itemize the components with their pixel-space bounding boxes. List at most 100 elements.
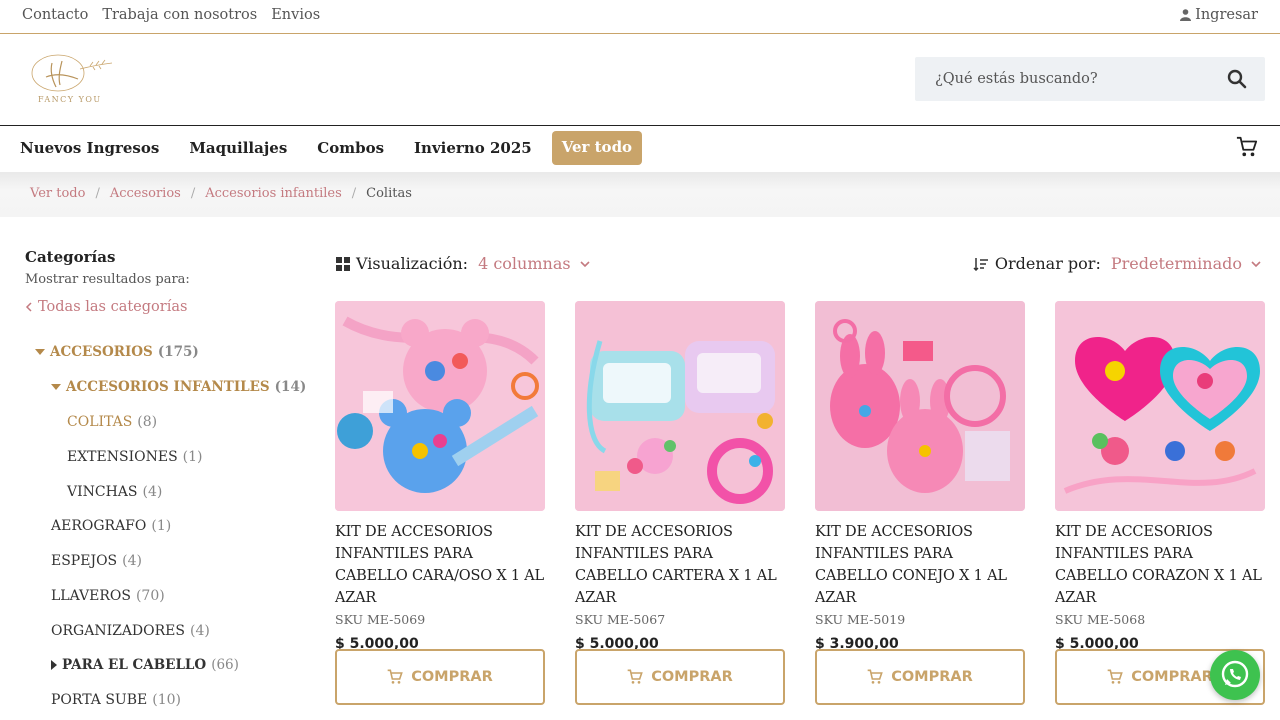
breadcrumb-separator: / bbox=[190, 186, 196, 201]
sidebar-subtitle: Mostrar resultados para: bbox=[25, 272, 190, 287]
top-links: Contacto Trabaja con nosotros Envios bbox=[22, 7, 320, 23]
shipping-link[interactable]: Envios bbox=[271, 7, 320, 23]
breadcrumb-kids-accessories[interactable]: Accesorios infantiles bbox=[205, 186, 342, 201]
category-accesorios[interactable]: ACCESORIOS (175) bbox=[35, 344, 199, 360]
login-label: Ingresar bbox=[1195, 7, 1258, 23]
all-categories-label: Todas las categorías bbox=[38, 299, 188, 315]
top-bar: Contacto Trabaja con nosotros Envios Ing… bbox=[0, 0, 1280, 34]
product-image[interactable] bbox=[1055, 301, 1265, 511]
cart-add-icon bbox=[867, 669, 883, 684]
product-sku: SKU ME-5019 bbox=[815, 612, 906, 627]
category-para-el-cabello[interactable]: PARA EL CABELLO (66) bbox=[51, 657, 239, 673]
nav-new-arrivals[interactable]: Nuevos Ingresos bbox=[20, 131, 159, 165]
category-aerografo[interactable]: AEROGRAFO (1) bbox=[51, 518, 171, 534]
category-label: ACCESORIOS bbox=[50, 344, 153, 360]
contact-link[interactable]: Contacto bbox=[22, 7, 88, 23]
main-nav: Nuevos Ingresos Maquillajes Combos Invie… bbox=[0, 126, 1280, 172]
buy-button[interactable]: COMPRAR bbox=[815, 649, 1025, 705]
view-label: Visualización: bbox=[356, 254, 469, 273]
product-name[interactable]: KIT DE ACCESORIOS INFANTILES PARA CABELL… bbox=[335, 521, 545, 609]
category-label: AEROGRAFO bbox=[51, 518, 147, 534]
nav-makeup[interactable]: Maquillajes bbox=[189, 131, 287, 165]
category-count: (14) bbox=[274, 379, 307, 395]
category-count: (10) bbox=[152, 692, 181, 708]
category-label: LLAVEROS bbox=[51, 588, 131, 604]
category-label: ORGANIZADORES bbox=[51, 623, 185, 639]
cart-icon[interactable] bbox=[1236, 136, 1258, 158]
category-label: COLITAS bbox=[67, 414, 133, 430]
nav-view-all-button[interactable]: Ver todo bbox=[551, 131, 643, 165]
product-card[interactable]: KIT DE ACCESORIOS INFANTILES PARA CABELL… bbox=[335, 301, 545, 705]
breadcrumb: Ver todo / Accesorios / Accesorios infan… bbox=[30, 186, 412, 201]
cart-add-icon bbox=[387, 669, 403, 684]
store-logo[interactable]: FANCY YOU bbox=[16, 53, 118, 109]
buy-label: COMPRAR bbox=[1131, 669, 1213, 685]
all-categories-link[interactable]: Todas las categorías bbox=[25, 299, 305, 315]
breadcrumb-bar: Ver todo / Accesorios / Accesorios infan… bbox=[0, 172, 1280, 217]
view-selector[interactable]: Visualización: 4 columnas bbox=[336, 254, 591, 273]
breadcrumb-accessories[interactable]: Accesorios bbox=[110, 186, 181, 201]
search-bar bbox=[915, 57, 1265, 101]
product-sku: SKU ME-5068 bbox=[1055, 612, 1146, 627]
breadcrumb-separator: / bbox=[351, 186, 357, 201]
category-count: (1) bbox=[182, 449, 203, 465]
breadcrumb-view-all[interactable]: Ver todo bbox=[30, 186, 85, 201]
grid-icon bbox=[336, 256, 350, 271]
login-link[interactable]: Ingresar bbox=[1180, 7, 1258, 23]
category-vinchas[interactable]: VINCHAS (4) bbox=[67, 484, 162, 500]
product-image[interactable] bbox=[815, 301, 1025, 511]
category-count: (4) bbox=[122, 553, 142, 569]
buy-label: COMPRAR bbox=[411, 669, 493, 685]
sort-selector[interactable]: Ordenar por: Predeterminado bbox=[973, 254, 1262, 273]
sort-icon bbox=[973, 257, 988, 271]
category-accesorios-infantiles[interactable]: ACCESORIOS INFANTILES (14) bbox=[51, 379, 306, 395]
product-image[interactable] bbox=[575, 301, 785, 511]
header: FANCY YOU bbox=[0, 35, 1280, 126]
category-espejos[interactable]: ESPEJOS (4) bbox=[51, 553, 142, 569]
category-count: (1) bbox=[151, 518, 172, 534]
nav-winter-2025[interactable]: Invierno 2025 bbox=[414, 131, 532, 165]
caret-down-icon bbox=[51, 384, 61, 390]
breadcrumb-separator: / bbox=[95, 186, 100, 201]
sort-label: Ordenar por: bbox=[994, 254, 1101, 273]
product-name[interactable]: KIT DE ACCESORIOS INFANTILES PARA CABELL… bbox=[1055, 521, 1265, 609]
category-count: (70) bbox=[135, 588, 165, 604]
product-sku: SKU ME-5069 bbox=[335, 612, 426, 627]
nav-combos[interactable]: Combos bbox=[317, 131, 384, 165]
product-image[interactable] bbox=[335, 301, 545, 511]
category-colitas[interactable]: COLITAS (8) bbox=[67, 414, 157, 430]
view-value[interactable]: 4 columnas bbox=[478, 254, 571, 273]
buy-button[interactable]: COMPRAR bbox=[575, 649, 785, 705]
category-count: (4) bbox=[189, 623, 210, 639]
whatsapp-icon bbox=[1221, 660, 1249, 688]
chevron-down-icon bbox=[580, 260, 590, 267]
category-extensiones[interactable]: EXTENSIONES (1) bbox=[67, 449, 203, 465]
product-card[interactable]: KIT DE ACCESORIOS INFANTILES PARA CABELL… bbox=[575, 301, 785, 705]
product-card[interactable]: KIT DE ACCESORIOS INFANTILES PARA CABELL… bbox=[1055, 301, 1265, 705]
category-count: (175) bbox=[157, 344, 199, 360]
product-name[interactable]: KIT DE ACCESORIOS INFANTILES PARA CABELL… bbox=[575, 521, 785, 609]
buy-button[interactable]: COMPRAR bbox=[335, 649, 545, 705]
category-count: (4) bbox=[142, 484, 163, 500]
cart-add-icon bbox=[1107, 669, 1123, 684]
category-count: (8) bbox=[137, 414, 158, 430]
category-organizadores[interactable]: ORGANIZADORES (4) bbox=[51, 623, 210, 639]
category-porta-sube[interactable]: PORTA SUBE (10) bbox=[51, 692, 181, 708]
category-label: VINCHAS bbox=[67, 484, 138, 500]
user-icon bbox=[1180, 9, 1192, 21]
category-count: (66) bbox=[211, 657, 239, 673]
product-name[interactable]: KIT DE ACCESORIOS INFANTILES PARA CABELL… bbox=[815, 521, 1025, 609]
chevron-down-icon bbox=[1251, 260, 1261, 267]
logo-wordmark: FANCY YOU bbox=[38, 95, 102, 104]
buy-label: COMPRAR bbox=[651, 669, 733, 685]
sidebar-title: Categorías bbox=[25, 248, 116, 266]
whatsapp-button[interactable] bbox=[1210, 650, 1260, 700]
search-input[interactable] bbox=[915, 57, 1215, 101]
sort-value[interactable]: Predeterminado bbox=[1111, 254, 1242, 273]
breadcrumb-current: Colitas bbox=[366, 186, 412, 201]
product-card[interactable]: KIT DE ACCESORIOS INFANTILES PARA CABELL… bbox=[815, 301, 1025, 705]
search-icon[interactable] bbox=[1227, 69, 1247, 89]
work-with-us-link[interactable]: Trabaja con nosotros bbox=[102, 7, 257, 23]
category-label: PARA EL CABELLO bbox=[62, 657, 207, 673]
category-llaveros[interactable]: LLAVEROS (70) bbox=[51, 588, 165, 604]
